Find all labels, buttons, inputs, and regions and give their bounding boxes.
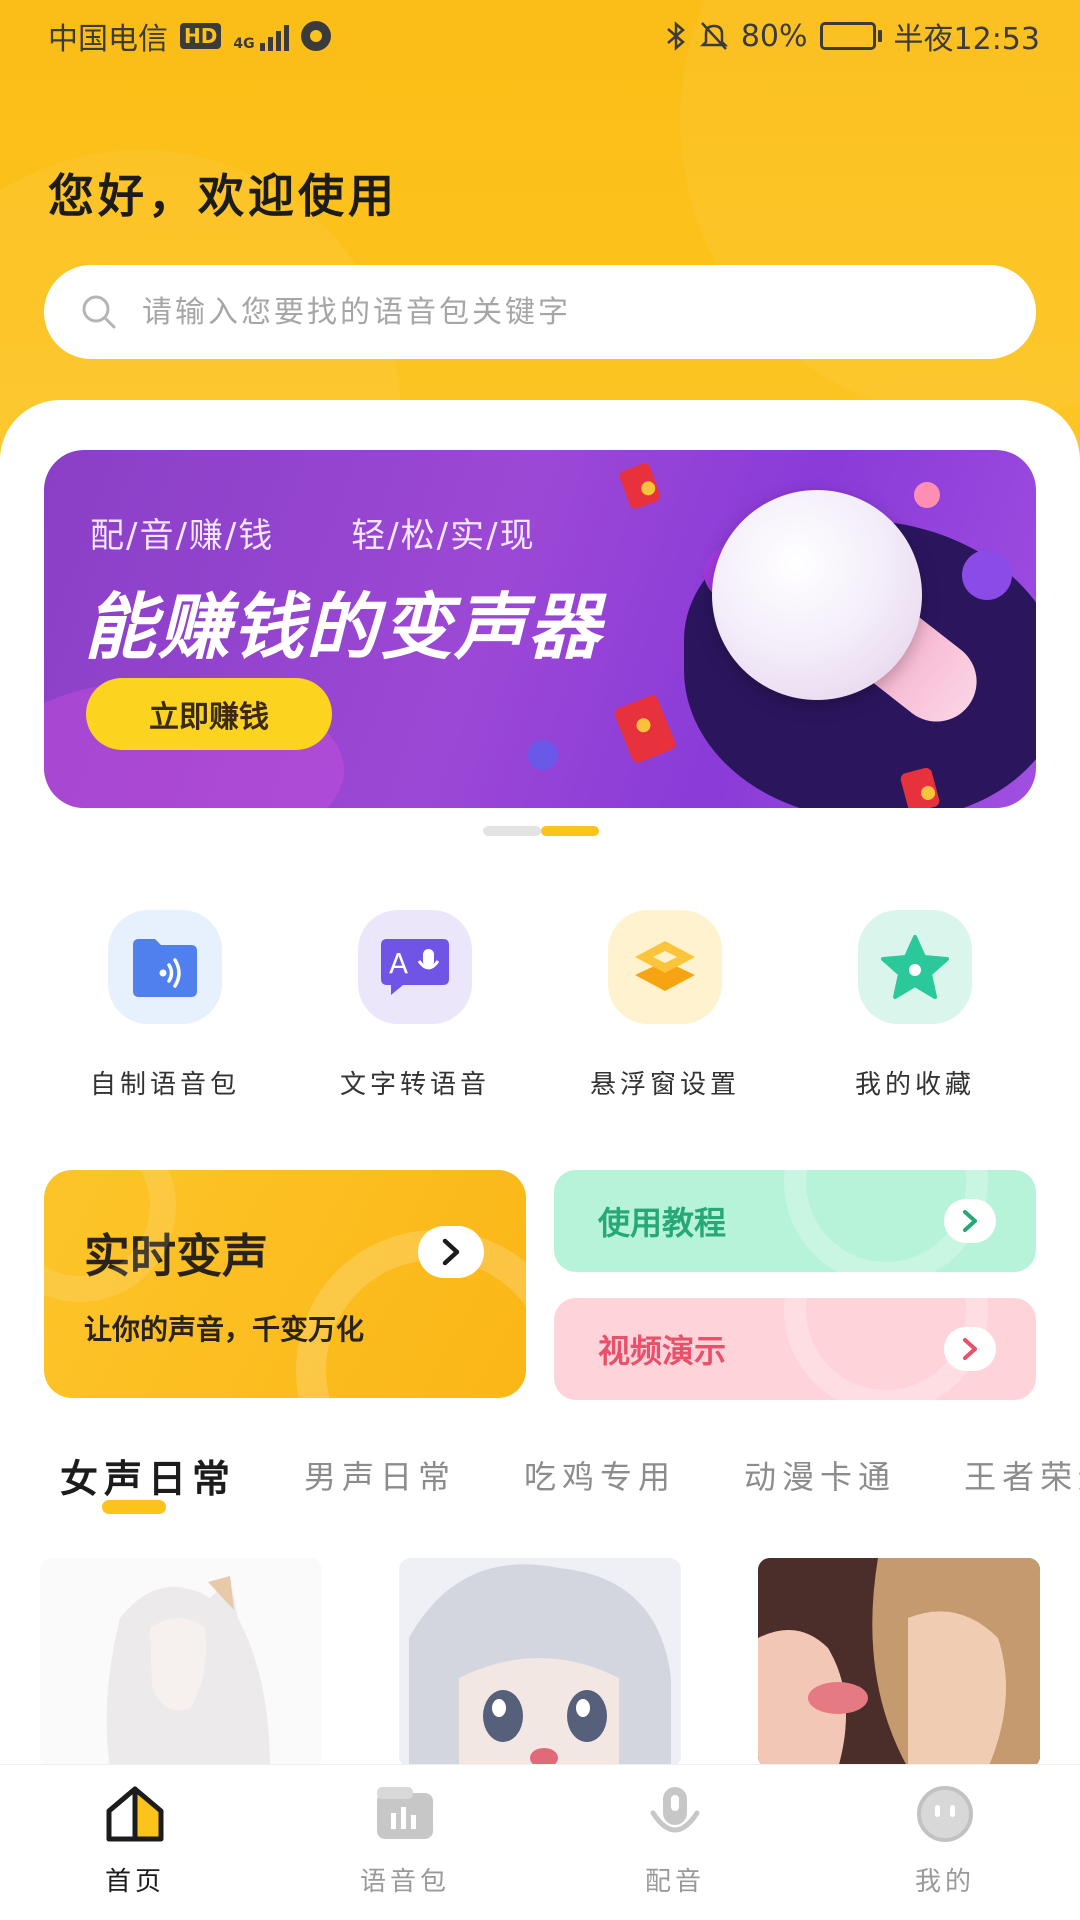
pagination-dot-active: [541, 826, 599, 836]
bluetooth-icon: [667, 21, 685, 51]
pagination-dot: [483, 826, 541, 836]
live-voice-change-title: 实时变声: [84, 1229, 268, 1283]
profile-icon: [917, 1786, 973, 1842]
red-envelope-icon: [618, 461, 662, 511]
quick-actions: 自制语音包 A 文字转语音 悬浮窗设置 我的收藏: [0, 910, 1080, 1101]
banner-pagination: [483, 826, 599, 836]
status-right: 80% 半夜12:53: [665, 14, 1040, 58]
voice-pack-thumbnail[interactable]: [758, 1558, 1040, 1768]
nav-label: 语音包: [359, 1867, 450, 1897]
tab-indicator: [102, 1500, 166, 1514]
carrier-name: 中国电信: [48, 22, 168, 57]
status-left: 中国电信 HD 4G: [48, 14, 331, 58]
search-icon: [82, 295, 116, 329]
battery-icon: [819, 22, 882, 50]
voice-pack-thumbnail[interactable]: [40, 1558, 322, 1768]
tutorial-card[interactable]: 使用教程: [554, 1170, 1036, 1272]
quick-action-custom-voice-pack[interactable]: 自制语音包: [40, 910, 290, 1101]
nav-label: 我的: [914, 1867, 975, 1897]
promo-banner[interactable]: 配/音/赚/钱 轻/松/实/现 能赚钱的变声器 立即赚钱: [44, 450, 1036, 808]
video-demo-title: 视频演示: [598, 1332, 727, 1370]
nav-dubbing[interactable]: 配音: [540, 1765, 810, 1920]
banner-subtitle: 配/音/赚/钱 轻/松/实/现: [90, 516, 536, 556]
microphone-icon: [712, 490, 922, 700]
text-to-speech-icon: A: [358, 910, 472, 1024]
network-type: 4G: [233, 36, 255, 52]
quick-action-favorites[interactable]: 我的收藏: [790, 910, 1040, 1101]
svg-text:A: A: [389, 947, 408, 980]
status-bar: 中国电信 HD 4G 80% 半夜12:53: [0, 0, 1080, 72]
tab-male-daily[interactable]: 男声日常: [304, 1452, 456, 1498]
live-voice-change-subtitle: 让你的声音，千变万化: [84, 1313, 365, 1346]
voice-pack-icon: [377, 1787, 433, 1839]
nav-profile[interactable]: 我的: [810, 1765, 1080, 1920]
quick-action-label: 我的收藏: [854, 1070, 975, 1100]
battery-percent: 80%: [740, 18, 808, 54]
tab-honor-of-kings[interactable]: 王者荣耀: [964, 1452, 1080, 1498]
chevron-right-icon[interactable]: [418, 1226, 484, 1278]
voice-pack-thumbnail[interactable]: [399, 1558, 681, 1768]
red-envelope-icon: [612, 693, 678, 765]
voice-folder-icon: [108, 910, 222, 1024]
mute-bell-icon: [699, 22, 728, 50]
search-bar[interactable]: [44, 265, 1036, 359]
hd-badge: HD: [180, 23, 222, 49]
search-input[interactable]: [142, 294, 1002, 330]
star-icon: [858, 910, 972, 1024]
microphone-icon: [650, 1787, 700, 1833]
notification-app-icon: [300, 21, 331, 51]
quick-action-label: 自制语音包: [89, 1070, 240, 1100]
clock: 半夜12:53: [893, 22, 1040, 57]
quick-action-label: 悬浮窗设置: [589, 1070, 740, 1100]
quick-action-label: 文字转语音: [339, 1070, 490, 1100]
bottom-navigation: 首页 语音包 配音 我的: [0, 1764, 1080, 1920]
earn-now-button[interactable]: 立即赚钱: [86, 678, 332, 750]
quick-action-floating-window[interactable]: 悬浮窗设置: [540, 910, 790, 1101]
live-voice-change-card[interactable]: 实时变声 让你的声音，千变万化: [44, 1170, 526, 1398]
banner-title: 能赚钱的变声器: [84, 585, 603, 669]
greeting-title: 您好，欢迎使用: [48, 169, 398, 223]
planet-decoration: [914, 482, 940, 508]
tutorial-title: 使用教程: [598, 1204, 727, 1242]
planet-decoration: [962, 550, 1012, 600]
video-demo-card[interactable]: 视频演示: [554, 1298, 1036, 1400]
nav-label: 配音: [644, 1867, 705, 1897]
signal-icon: 4G: [233, 21, 289, 52]
nav-label: 首页: [104, 1867, 165, 1897]
nav-voice-pack[interactable]: 语音包: [270, 1765, 540, 1920]
chevron-right-icon[interactable]: [944, 1199, 996, 1243]
tab-female-daily[interactable]: 女声日常: [60, 1448, 236, 1503]
planet-decoration: [528, 740, 558, 770]
nav-home[interactable]: 首页: [0, 1765, 270, 1920]
chevron-right-icon[interactable]: [944, 1327, 996, 1371]
quick-action-text-to-speech[interactable]: A 文字转语音: [290, 910, 540, 1101]
floating-window-icon: [608, 910, 722, 1024]
home-icon: [106, 1786, 164, 1842]
tab-pubg[interactable]: 吃鸡专用: [524, 1452, 676, 1498]
tab-anime-cartoon[interactable]: 动漫卡通: [744, 1452, 896, 1498]
